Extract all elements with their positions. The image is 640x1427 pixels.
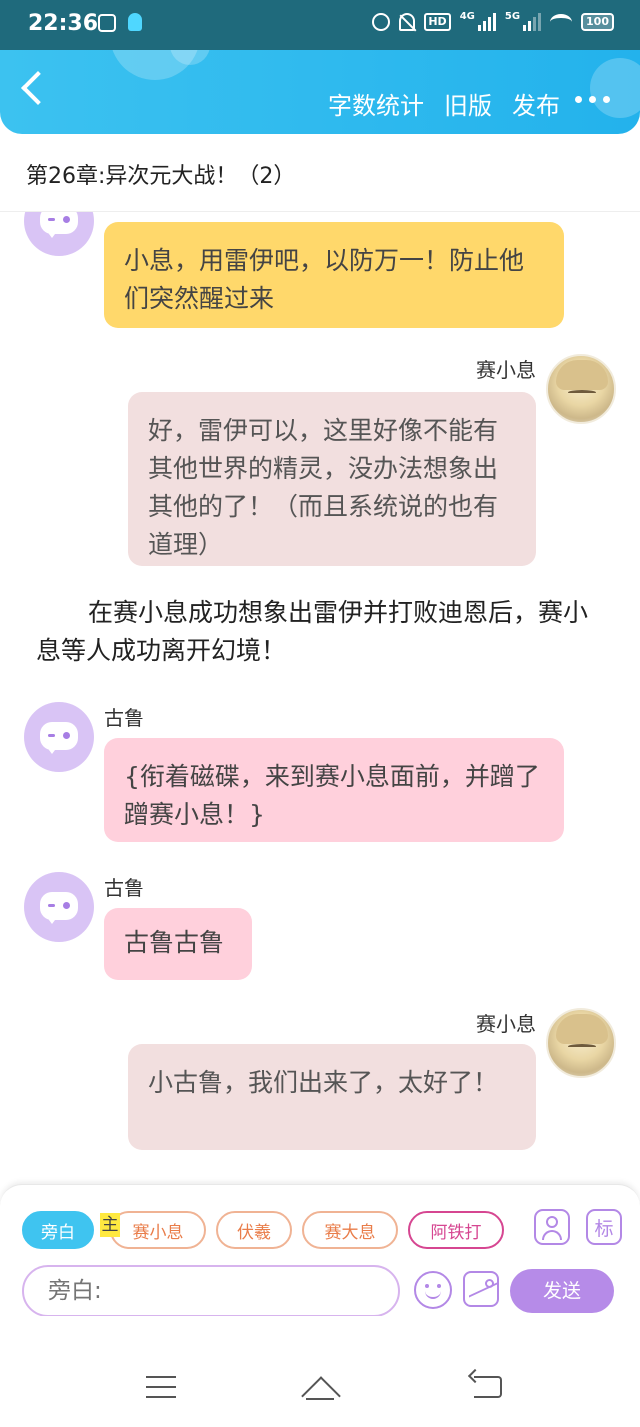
chapter-header: 第26章:异次元大战！（2） [0,134,640,212]
input-row: 发送 [22,1265,622,1317]
emoji-icon[interactable] [414,1271,452,1309]
signal-icon [477,13,496,31]
mark-button[interactable]: 标 [586,1209,622,1245]
network2-label: 5G [504,10,521,22]
image-icon[interactable] [463,1271,499,1307]
add-character-icon[interactable] [534,1209,570,1245]
narration-text[interactable]: 在赛小息成功想象出雷伊并打败迪恩后，赛小息等人成功离开幻境！ [36,594,596,670]
role-chip-atieda[interactable]: 阿铁打 [408,1211,504,1249]
avatar[interactable] [24,702,94,772]
status-time: 22:36 [28,11,99,36]
top-app-bar: 字数统计 旧版 发布 [0,50,640,134]
chat-bubble[interactable]: {衔着磁碟，来到赛小息面前，并蹭了蹭赛小息！} [104,738,564,842]
chat-bubble[interactable]: 古鲁古鲁 [104,908,252,980]
word-count-button[interactable]: 字数统计 [328,86,424,121]
main-role-tag: 主 [100,1213,120,1237]
status-bar: 22:36 HD 4G 5G 100 [0,0,640,50]
avatar[interactable] [546,1008,616,1078]
chat-bubble[interactable]: 好，雷伊可以，这里好像不能有其他世界的精灵，没办法想象出其他的了！（而且系统说的… [128,392,536,566]
role-chip-saixiaoxi[interactable]: 赛小息 [110,1211,206,1249]
back-icon[interactable] [474,1376,502,1398]
signal2-icon [523,13,542,31]
header-actions: 字数统计 旧版 发布 [328,86,560,121]
home-icon[interactable] [300,1374,340,1402]
message-input[interactable] [22,1265,400,1317]
publish-button[interactable]: 发布 [512,86,560,121]
chat-area[interactable]: 小息，用雷伊吧，以防万一！防止他们突然醒过来 赛小息 好，雷伊可以，这里好像不能… [0,212,640,1184]
sender-name: 赛小息 [476,1012,536,1036]
role-chip-saidaxi[interactable]: 赛大息 [302,1211,398,1249]
sender-name: 古鲁 [104,876,144,900]
old-version-button[interactable]: 旧版 [444,86,492,121]
sender-name: 赛小息 [476,358,536,382]
avatar[interactable] [24,212,94,256]
battery-icon: 100 [581,13,614,31]
chat-bubble[interactable]: 小古鲁，我们出来了，太好了！ [128,1044,536,1150]
mute-icon [399,13,416,31]
avatar[interactable] [546,354,616,424]
alarm-icon [372,13,391,31]
role-chip-narration[interactable]: 旁白 [22,1211,94,1249]
sender-name: 古鲁 [104,706,144,730]
role-selector: 旁白 赛小息 伏羲 赛大息 阿铁打 [22,1211,504,1249]
app-notification-icon [98,14,116,32]
send-button[interactable]: 发送 [510,1269,614,1313]
system-nav-bar [0,1316,640,1427]
role-chip-fuxi[interactable]: 伏羲 [216,1211,292,1249]
menu-icon[interactable] [146,1376,176,1398]
qq-notification-icon [128,13,142,31]
chat-bubble[interactable]: 小息，用雷伊吧，以防万一！防止他们突然醒过来 [104,222,564,328]
hd-badge: HD [424,13,451,31]
more-options-icon[interactable] [575,96,610,103]
wifi-icon [550,14,573,30]
composer-panel: 旁白 赛小息 伏羲 赛大息 阿铁打 主 标 发送 [0,1184,640,1317]
avatar[interactable] [24,872,94,942]
chapter-title[interactable]: 第26章:异次元大战！（2） [26,158,295,190]
status-icons: HD 4G 5G 100 [372,10,614,31]
back-arrow-icon[interactable] [21,71,55,105]
network-label: 4G [459,10,475,22]
decoration-bubble [590,58,640,118]
